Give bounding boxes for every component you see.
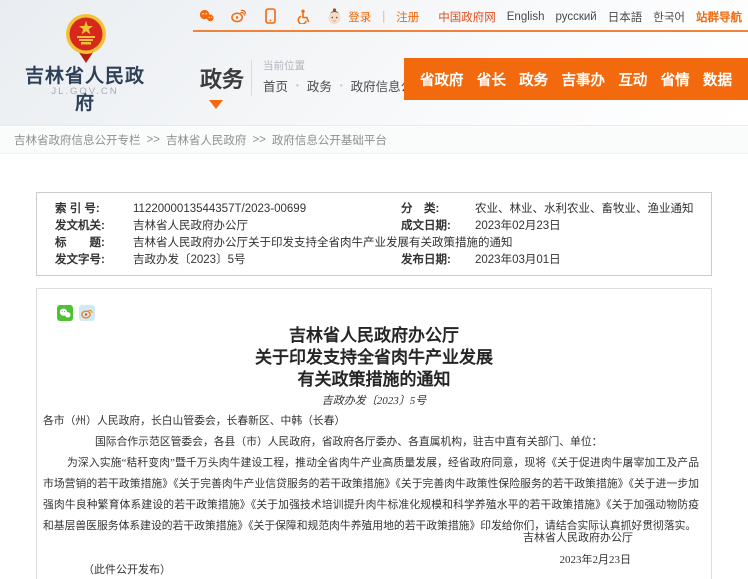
lang-japanese-link[interactable]: 日本語 (608, 9, 643, 25)
meta-category-label: 分 类: (401, 201, 475, 218)
topbar-links: 登录 | 注册 中国政府网 English русский 日本語 한국어 站群… (348, 9, 742, 25)
body-paragraph: 为深入实施“秸秆变肉”暨千万头肉牛建设工程，推动全省肉牛产业高质量发展，经省政府… (43, 453, 699, 537)
national-emblem-logo[interactable] (64, 13, 108, 63)
lang-korean-link[interactable]: 한국어 (653, 9, 685, 25)
location-separator: • (296, 81, 299, 90)
meta-category-value: 农业、林业、水利农业、畜牧业、渔业通知 (475, 201, 711, 218)
weibo-icon[interactable] (231, 8, 246, 25)
location-home-link[interactable]: 首页 (263, 76, 288, 95)
section-title-zhengwu[interactable]: 政务 (200, 62, 244, 94)
nav-item-governor[interactable]: 省长 (477, 69, 506, 90)
breadcrumb-separator: >> (147, 134, 160, 146)
wechat-share-icon[interactable] (57, 305, 73, 321)
china-gov-link[interactable]: 中国政府网 (438, 9, 496, 25)
location-zhengwu-link[interactable]: 政务 (307, 76, 332, 95)
nav-item-jishiban[interactable]: 吉事办 (561, 69, 605, 90)
meta-index-label: 索 引 号: (55, 201, 133, 218)
lang-english-link[interactable]: English (507, 11, 545, 23)
register-link[interactable]: 注册 (396, 9, 419, 25)
breadcrumb-separator: >> (252, 134, 265, 146)
login-register-divider: | (382, 11, 385, 23)
document-content: 吉林省人民政府办公厅 关于印发支持全省肉牛产业发展 有关政策措施的通知 吉政办发… (36, 288, 712, 579)
share-buttons (57, 305, 95, 321)
document-title-line1: 吉林省人民政府办公厅 (37, 325, 711, 347)
site-nav-link[interactable]: 站群导航 (696, 9, 742, 25)
meta-agency-value: 吉林省人民政府办公厅 (133, 218, 401, 235)
meta-publish-date-label: 发布日期: (401, 252, 475, 269)
document-title-line2: 关于印发支持全省肉牛产业发展 (37, 347, 711, 369)
document-meta-table: 索 引 号: 1122000013544357T/2023-00699 分 类:… (36, 192, 712, 276)
meta-written-date-label: 成文日期: (401, 218, 475, 235)
nav-item-province-info[interactable]: 省情 (661, 69, 690, 90)
site-domain: JL.GOV.CN (22, 86, 148, 97)
signature-agency: 吉林省人民政府办公厅 (523, 529, 633, 545)
topbar-icons (199, 5, 342, 27)
signature-date: 2023年2月23日 (560, 551, 632, 567)
public-release-footnote: （此件公开发布） (83, 561, 171, 577)
breadcrumb-item-platform[interactable]: 政府信息公开基础平台 (272, 132, 387, 148)
weibo-share-icon[interactable] (79, 305, 95, 321)
meta-index-value: 1122000013544357T/2023-00699 (133, 201, 401, 218)
site-header: 登录 | 注册 中国政府网 English русский 日本語 한국어 站群… (0, 0, 748, 126)
meta-title-value: 吉林省人民政府办公厅关于印发支持全省肉牛产业发展有关政策措施的通知 (133, 235, 711, 252)
lang-russian-link[interactable]: русский (555, 11, 596, 23)
document-title: 吉林省人民政府办公厅 关于印发支持全省肉牛产业发展 有关政策措施的通知 (37, 325, 711, 391)
wechat-icon[interactable] (199, 8, 214, 25)
page: 登录 | 注册 中国政府网 English русский 日本語 한국어 站群… (0, 0, 748, 579)
current-location-path: 首页 • 政务 • 政府信息公开 (263, 76, 426, 95)
document-title-line3: 有关政策措施的通知 (37, 369, 711, 391)
salutation-line1: 各市（州）人民政府，长白山管委会，长春新区、中韩（长春） (43, 411, 699, 432)
document-body: 各市（州）人民政府，长白山管委会，长春新区、中韩（长春） 国际合作示范区管委会，… (43, 411, 699, 537)
breadcrumb-item-special-column[interactable]: 吉林省政府信息公开专栏 (14, 132, 141, 148)
nav-item-zhengwu[interactable]: 政务 (519, 69, 548, 90)
nav-item-interaction[interactable]: 互动 (618, 69, 647, 90)
login-link[interactable]: 登录 (348, 9, 371, 25)
mobile-icon[interactable] (263, 8, 278, 25)
document-number: 吉政办发〔2023〕5号 (37, 392, 711, 408)
meta-written-date-value: 2023年02月23日 (475, 218, 711, 235)
nav-item-provincial-gov[interactable]: 省政府 (420, 69, 464, 90)
nav-item-data[interactable]: 数据 (703, 69, 732, 90)
salutation-line2: 国际合作示范区管委会，各县（市）人民政府，省政府各厅委办、各直属机构，驻吉中直有… (43, 432, 699, 453)
main-nav: 省政府 省长 政务 吉事办 互动 省情 数据 (404, 58, 748, 100)
mascot-icon[interactable] (327, 8, 342, 25)
header-vertical-divider (251, 60, 252, 96)
accessibility-icon[interactable] (295, 8, 310, 25)
breadcrumb: 吉林省政府信息公开专栏 >> 吉林省人民政府 >> 政府信息公开基础平台 (0, 127, 748, 154)
current-location-label: 当前位置 (263, 58, 305, 73)
meta-publish-date-value: 2023年03月01日 (475, 252, 711, 269)
section-caret-icon (209, 100, 223, 109)
meta-doc-no-value: 吉政办发〔2023〕5号 (133, 252, 401, 269)
location-separator: • (340, 81, 343, 90)
meta-agency-label: 发文机关: (55, 218, 133, 235)
meta-title-label: 标 题: (55, 235, 133, 252)
topbar-divider-line (193, 30, 748, 32)
meta-doc-no-label: 发文字号: (55, 252, 133, 269)
breadcrumb-item-provincial-gov[interactable]: 吉林省人民政府 (166, 132, 247, 148)
